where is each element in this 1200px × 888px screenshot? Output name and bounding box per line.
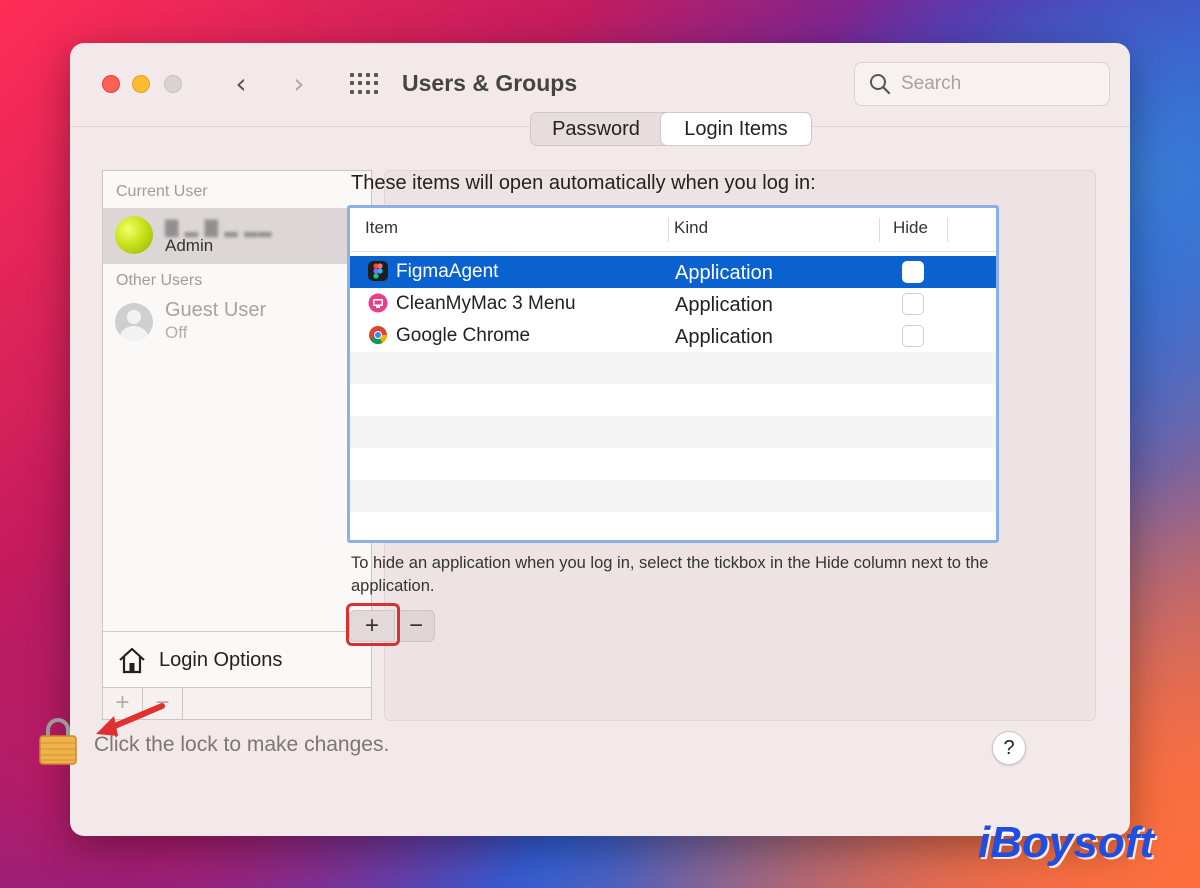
window-title: Users & Groups (402, 70, 578, 96)
table-row[interactable]: CleanMyMac 3 Menu Application (350, 288, 996, 320)
empty-row (350, 448, 996, 480)
login-items-intro: These items will open automatically when… (351, 172, 816, 194)
item-name: Google Chrome (396, 325, 531, 346)
login-options-item[interactable]: Login Options (103, 631, 371, 687)
column-header-hide[interactable]: Hide (893, 218, 928, 238)
item-kind: Application (675, 262, 773, 284)
empty-row (350, 480, 996, 512)
column-header-kind[interactable]: Kind (674, 218, 708, 238)
column-divider (947, 218, 948, 242)
table-row[interactable]: Google Chrome Application (350, 320, 996, 352)
house-icon (119, 647, 145, 674)
tab-password[interactable]: Password (531, 113, 661, 145)
search-input[interactable] (901, 71, 1101, 97)
remove-login-item-button[interactable]: − (397, 610, 435, 642)
iboysoft-watermark: iBoysoft (978, 818, 1154, 867)
other-users-label: Other Users (116, 272, 203, 289)
users-sidebar: Current User ▇ ▂ ▇ ▂ ▂▂ Admin Other User… (102, 170, 372, 720)
login-options-label: Login Options (159, 649, 283, 671)
search-icon (870, 74, 891, 95)
item-name: FigmaAgent (396, 261, 499, 282)
hide-hint-text: To hide an application when you log in, … (351, 554, 989, 595)
current-user-label: Current User (116, 183, 208, 200)
red-arrow-icon (96, 703, 165, 736)
column-header-item[interactable]: Item (365, 218, 398, 238)
guest-user-name: Guest User (165, 299, 267, 321)
lock-icon[interactable] (38, 716, 78, 766)
help-button[interactable]: ? (992, 731, 1026, 765)
forward-chevron-icon[interactable]: › (284, 69, 314, 99)
empty-row (350, 384, 996, 416)
column-divider (668, 218, 669, 242)
tab-login-items[interactable]: Login Items (661, 113, 811, 145)
empty-row (350, 416, 996, 448)
back-chevron-icon[interactable]: ‹ (226, 69, 256, 99)
guest-user-status: Off (165, 323, 188, 342)
figma-icon (368, 261, 388, 281)
table-header: Item Kind Hide (350, 208, 996, 252)
user-role: Admin (165, 236, 214, 255)
tennis-ball-avatar (115, 216, 153, 254)
empty-row (350, 512, 996, 540)
sidebar-item-guest-user[interactable]: Guest User Off (103, 299, 371, 349)
empty-row (350, 352, 996, 384)
hide-checkbox[interactable] (902, 325, 924, 347)
zoom-window-button[interactable] (164, 75, 182, 93)
table-row[interactable]: FigmaAgent Application (350, 256, 996, 288)
guest-avatar-icon (115, 303, 153, 341)
show-all-grid-icon[interactable] (350, 73, 378, 95)
minimize-window-button[interactable] (132, 75, 150, 93)
redacted-user-name: ▇ ▂ ▇ ▂ ▂▂ (165, 218, 273, 237)
item-name: CleanMyMac 3 Menu (396, 293, 576, 314)
item-kind: Application (675, 294, 773, 316)
item-kind: Application (675, 326, 773, 348)
search-field[interactable] (854, 62, 1110, 106)
sidebar-item-current-user[interactable]: ▇ ▂ ▇ ▂ ▂▂ Admin (103, 208, 371, 264)
tab-bar: Password Login Items (530, 112, 812, 146)
cleanmymac-icon (368, 293, 388, 313)
column-divider (879, 218, 880, 242)
chrome-icon (369, 326, 387, 345)
hide-checkbox[interactable] (902, 293, 924, 315)
login-items-table[interactable]: Item Kind Hide FigmaAgent Application Cl… (347, 205, 999, 543)
hide-checkbox[interactable] (902, 261, 924, 283)
highlight-box (346, 603, 400, 646)
close-window-button[interactable] (102, 75, 120, 93)
